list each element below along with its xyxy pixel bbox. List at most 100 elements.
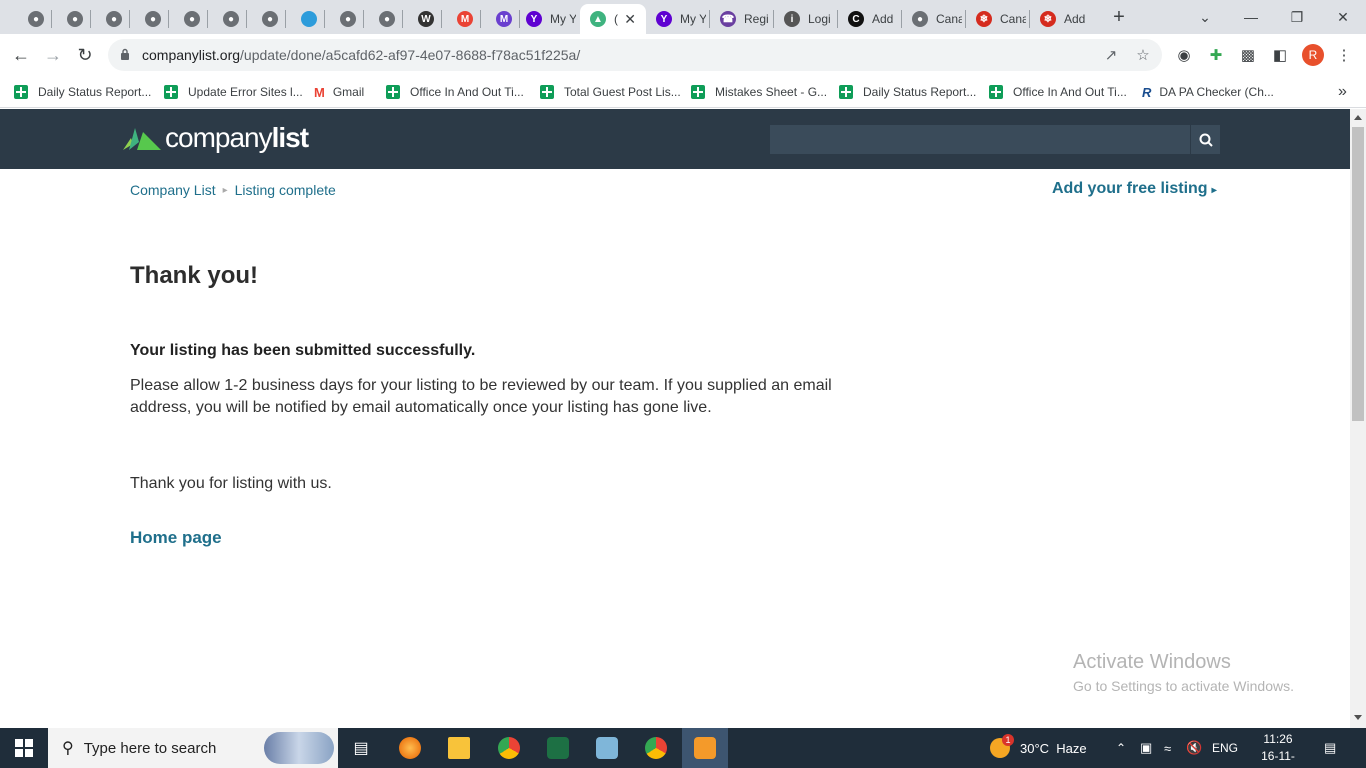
close-window-icon[interactable]: ✕ [1320,0,1366,34]
language-indicator[interactable]: ENG [1212,728,1238,768]
file-explorer-icon[interactable] [436,728,482,768]
tab[interactable]: Y My Y [516,4,576,34]
logo-text-list: list [271,122,309,153]
volume-muted-icon[interactable]: 🔇 [1186,728,1202,768]
tab[interactable]: Y My Y [646,4,706,34]
bookmark-item[interactable]: Daily Status Report... [839,82,976,102]
profile-avatar[interactable]: R [1302,44,1324,66]
url-text[interactable]: companylist.org/update/done/a5cafd62-af9… [142,47,580,63]
tab[interactable]: ● Cana [902,4,962,34]
screen-recorder-icon[interactable] [682,728,728,768]
scroll-up-icon[interactable] [1354,115,1362,120]
bookmark-item[interactable]: Office In And Out Ti... [989,82,1127,102]
tab[interactable]: ● [369,4,399,34]
network-icon[interactable]: ≈ [1164,728,1171,768]
extension-plus-icon[interactable]: ✚ [1206,45,1226,65]
bookmark-item[interactable]: R DA PA Checker (Ch... [1142,82,1274,102]
tab-label: Logi [808,12,831,26]
google-sheets-icon [386,85,400,99]
globe-icon: ● [28,11,44,27]
activate-windows-watermark: Activate Windows Go to Settings to activ… [1073,651,1294,694]
notes-app-icon[interactable] [584,728,630,768]
breadcrumb-company-list[interactable]: Company List [130,182,216,198]
clock-time: 11:26 [1263,732,1293,746]
search-icon: ⚲ [62,740,74,757]
add-free-listing-link[interactable]: Add your free listing ▸ [1052,180,1217,198]
close-tab-icon[interactable]: ✕ [624,11,636,28]
tab[interactable]: ● [252,4,282,34]
tab-label: ( [614,12,618,26]
windows-start-button[interactable] [0,728,48,768]
tab[interactable]: W [408,4,438,34]
page-scrollbar[interactable] [1350,109,1366,728]
bookmark-label: Office In And Out Ti... [1013,85,1127,99]
taskbar-search-box[interactable]: ⚲ Type here to search [48,728,338,768]
extensions-puzzle-icon[interactable]: ▩ [1238,45,1258,65]
forward-button[interactable]: → [38,40,68,70]
tab[interactable]: ☎ Regi [710,4,770,34]
notifications-icon[interactable]: ▤ [1324,728,1336,768]
breadcrumb-listing-complete[interactable]: Listing complete [235,182,336,198]
bookmark-item[interactable]: Office In And Out Ti... [386,82,524,102]
chrome-profile-r-icon[interactable] [486,728,532,768]
globe-icon: ● [912,11,928,27]
tab-active[interactable]: ▲ (✕ [580,4,646,34]
bookmark-item[interactable]: Total Guest Post Lis... [540,82,681,102]
system-clock[interactable]: 11:26 16-11-2023 [1248,731,1308,768]
scroll-thumb[interactable] [1352,127,1364,421]
clock-date: 16-11-2023 [1261,749,1295,768]
tab[interactable]: M [486,4,516,34]
excel-icon[interactable] [535,728,581,768]
globe-icon: ● [223,11,239,27]
tab[interactable]: i Logi [774,4,834,34]
chrome-profile-a-icon[interactable] [633,728,679,768]
site-search-button[interactable] [1191,125,1220,154]
show-hidden-icons-icon[interactable]: ⌃ [1116,728,1126,768]
tab[interactable]: ● [213,4,243,34]
search-icon [1199,133,1213,147]
tab-separator [363,10,364,28]
scroll-down-icon[interactable] [1354,715,1362,720]
bookmark-item[interactable]: Daily Status Report... [14,82,151,102]
tab-separator [441,10,442,28]
bookmarks-bar: Daily Status Report... Update Error Sites… [0,76,1366,108]
canada-flag-icon: ❄ [1040,11,1056,27]
address-bar[interactable]: companylist.org/update/done/a5cafd62-af9… [108,39,1162,71]
bookmark-item[interactable]: M Gmail [314,82,364,102]
back-button[interactable]: ← [6,40,36,70]
reload-button[interactable]: ↻ [70,40,100,70]
activate-windows-subtitle: Go to Settings to activate Windows. [1073,678,1294,694]
share-icon[interactable]: ↗ [1101,45,1121,65]
tab-search-icon[interactable]: ⌄ [1182,0,1228,34]
new-tab-button[interactable]: + [1108,6,1130,28]
tab[interactable]: ● [57,4,87,34]
extension-robot-icon[interactable]: ◉ [1174,45,1194,65]
tab[interactable]: ● [96,4,126,34]
tab[interactable] [291,4,321,34]
tab[interactable]: ● [135,4,165,34]
bookmark-star-icon[interactable]: ☆ [1133,45,1153,65]
tab[interactable]: M [447,4,477,34]
weather-widget[interactable]: 1 30°C Haze [990,728,1087,768]
companylist-logo[interactable]: companylist [121,121,309,155]
tab[interactable]: C Add [838,4,898,34]
minimize-icon[interactable]: — [1228,0,1274,34]
tab-separator [324,10,325,28]
tab[interactable]: ● [174,4,204,34]
tab[interactable]: ● [18,4,48,34]
tab[interactable]: ❄ Add [1030,4,1090,34]
bookmark-item[interactable]: Mistakes Sheet - G... [691,82,827,102]
bookmarks-overflow-button[interactable]: » [1338,82,1347,102]
task-view-icon[interactable]: ▤ [338,728,384,768]
restore-icon[interactable]: ❐ [1274,0,1320,34]
site-search-input[interactable] [770,125,1190,154]
bookmark-item[interactable]: Update Error Sites l... [164,82,303,102]
meet-now-icon[interactable]: ▣ [1140,728,1152,768]
google-sheets-icon [14,85,28,99]
menu-kebab-icon[interactable]: ⋮ [1334,45,1354,65]
tab[interactable]: ❄ Cana [966,4,1026,34]
home-page-link[interactable]: Home page [130,528,222,548]
tab[interactable]: ● [330,4,360,34]
side-panel-icon[interactable]: ◧ [1270,45,1290,65]
firefox-icon[interactable] [387,728,433,768]
